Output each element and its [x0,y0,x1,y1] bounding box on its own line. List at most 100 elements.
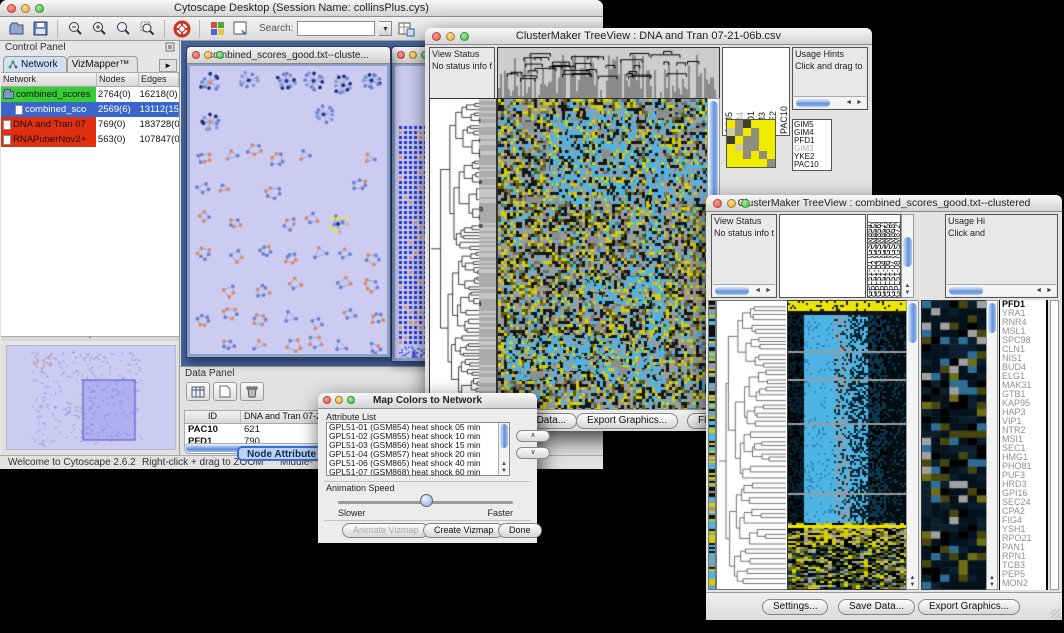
labels-vscrollbar[interactable]: ▲▼ [901,214,914,298]
scrollbar-thumb[interactable] [949,287,983,295]
zoom-out-icon[interactable] [65,19,85,39]
open-session-button[interactable] [6,19,26,39]
network-name-cell[interactable]: RNAPuberNov2+ [1,132,96,147]
network-name-cell[interactable]: combined_sco [1,102,96,117]
heatmap-canvas[interactable] [788,301,906,589]
slider-thumb[interactable] [420,494,433,507]
network-canvas-front[interactable] [190,66,387,354]
dialog-titlebar[interactable]: Map Colors to Network [318,393,537,409]
network-row[interactable]: RNAPuberNov2+563(0)107847(0) [1,132,179,147]
global-view-strip[interactable] [709,301,715,589]
zoom-button[interactable] [216,51,224,59]
attribute-item[interactable]: GPL51-07 (GSM868) heat shock 60 min [327,468,509,476]
scrollbar-thumb[interactable] [908,303,917,343]
gene-label[interactable]: MON2 [1000,579,1046,588]
export-graphics-button[interactable]: Export Graphics... [918,599,1020,615]
vizmapper-icon[interactable] [207,19,227,39]
zoom-button[interactable] [460,32,469,41]
zoom-heatmap-canvas[interactable] [922,301,986,589]
scrollbar-thumb[interactable] [988,303,996,333]
scroll-arrows[interactable]: ▲▼ [499,461,509,475]
column-tree-area[interactable] [779,214,866,298]
minimize-button[interactable] [409,51,417,59]
close-button[interactable] [323,396,331,404]
scroll-arrows[interactable]: ▲▼ [907,575,918,589]
settings-button[interactable]: Settings... [762,599,828,615]
similarity-matrix[interactable] [726,119,776,168]
network-row[interactable]: combined_scores2764(0)16218(0) [1,87,179,102]
matrix-row-label[interactable]: PAC10 [793,161,831,169]
network-name-cell[interactable]: DNA and Tran 07 [1,117,96,132]
hints-hscrollbar[interactable]: ◄ ► [947,284,1056,296]
panel-splitter[interactable]: ▪ [1,337,179,341]
matrix-cell [751,128,759,136]
save-session-button[interactable] [30,19,50,39]
tab-network[interactable]: Network [3,56,67,72]
scroll-arrows[interactable]: ▲▼ [987,575,997,589]
minimize-button[interactable] [204,51,212,59]
scrollbar-thumb[interactable] [715,287,749,295]
scroll-arrows[interactable]: ◄ ► [1035,287,1056,294]
help-lifering-icon[interactable] [172,19,192,39]
network-overview-canvas[interactable] [6,345,176,450]
network-row[interactable]: DNA and Tran 07769(0)183728(0) [1,117,179,132]
zoom-button[interactable] [741,199,750,208]
row-dendrogram-canvas[interactable] [430,99,496,410]
attribute-list-vscrollbar[interactable]: ▲▼ [498,423,509,475]
attribute-select-icon[interactable] [186,382,210,401]
minimize-button[interactable] [21,4,30,13]
network-window-front-titlebar[interactable]: combined_scores_good.txt--cluste... [187,47,390,64]
column-label[interactable]: PAC10 [779,49,789,134]
scroll-arrows[interactable]: ◄ ► [754,287,775,294]
minimize-button[interactable] [727,199,736,208]
create-vizmap-button[interactable]: Create Vizmap [423,523,504,538]
column-label[interactable]: GPL51-08 (GSM872) [896,215,901,297]
zoom-fit-icon[interactable] [137,19,157,39]
move-up-button[interactable]: ∧ [516,430,550,442]
scrollbar-thumb[interactable] [796,99,830,107]
search-input[interactable] [297,21,375,36]
close-button[interactable] [7,4,16,13]
delete-attribute-icon[interactable] [240,382,264,401]
resize-grip[interactable] [1051,609,1061,619]
network-row[interactable]: combined_sco2569(6)13112(15) [1,102,179,117]
treeview-dna-titlebar[interactable]: ClusterMaker TreeView : DNA and Tran 07-… [425,28,872,45]
matrix-cell [767,151,775,159]
heatmap-canvas[interactable] [498,99,707,410]
done-button[interactable]: Done [498,523,542,538]
matrix-cell [767,144,775,152]
treeview-combined-titlebar[interactable]: ClusterMaker TreeView : combined_scores_… [706,195,1062,212]
zoom-in-icon[interactable] [89,19,109,39]
close-button[interactable] [192,51,200,59]
zoom-selected-icon[interactable] [113,19,133,39]
search-dropdown-arrow[interactable]: ▼ [379,21,392,36]
minimize-button[interactable] [446,32,455,41]
zoom-button[interactable] [347,396,355,404]
zoom-button[interactable] [35,4,44,13]
scrollbar-thumb[interactable] [500,424,508,448]
move-down-button[interactable]: ∨ [516,447,550,459]
tab-vizmapper[interactable]: VizMapper™ [67,56,139,72]
scrollbar-thumb[interactable] [903,237,912,267]
close-button[interactable] [713,199,722,208]
genes-vscrollbar[interactable]: ▲▼ [986,300,998,590]
network-name-cell[interactable]: combined_scores [1,87,96,102]
tab-overflow-arrow[interactable]: ► [159,59,177,72]
table-import-icon[interactable] [396,19,416,39]
heatmap-vscrollbar[interactable]: ▲▼ [906,300,919,590]
minimize-button[interactable] [335,396,343,404]
animate-vizmap-button[interactable]: Animate Vizmap [342,523,429,538]
row-dendrogram-canvas[interactable] [717,301,787,589]
annotation-icon[interactable] [231,19,251,39]
close-button[interactable] [432,32,441,41]
status-hscrollbar[interactable]: ◄ ► [713,284,775,296]
scroll-arrows[interactable]: ◄ ► [845,99,866,106]
float-panel-icon[interactable] [165,42,175,54]
new-attribute-icon[interactable] [213,382,237,401]
scroll-arrows[interactable]: ▲▼ [902,283,913,297]
export-graphics-button[interactable]: Export Graphics... [576,413,678,429]
hints-hscrollbar[interactable]: ◄ ► [794,96,866,108]
close-button[interactable] [397,51,405,59]
main-titlebar[interactable]: Cytoscape Desktop (Session Name: collins… [0,0,603,17]
save-data-button[interactable]: Save Data... [838,599,915,615]
